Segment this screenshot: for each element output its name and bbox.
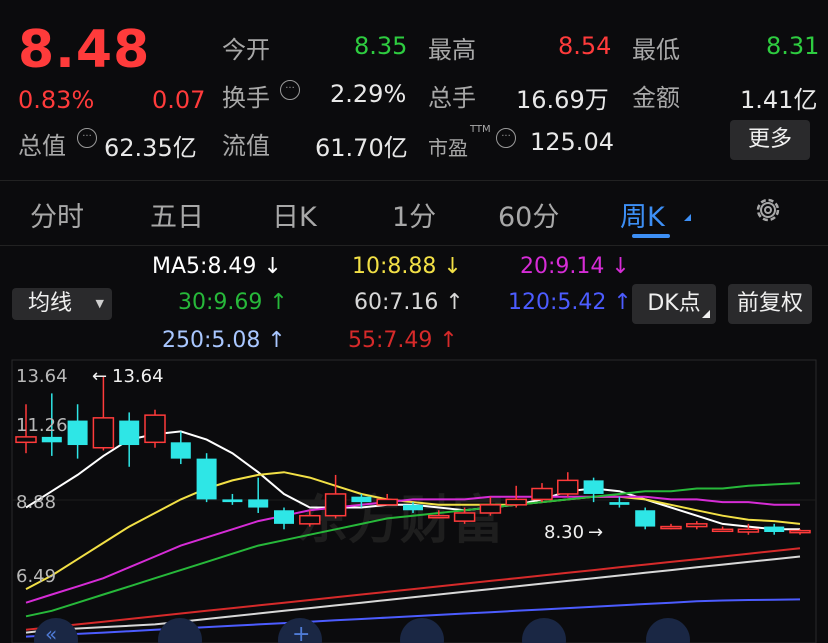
tab-active-underline [632, 234, 670, 238]
value-market-cap: 62.35亿 [104, 134, 197, 162]
candle-body [635, 510, 656, 527]
candle-body [92, 417, 115, 449]
candle-body [196, 458, 217, 500]
candle-body [403, 504, 423, 511]
candle-body [686, 523, 708, 528]
label-open: 今开 [222, 36, 270, 64]
candle-body [660, 525, 682, 530]
ma5-indicator: MA5:8.49 ↓ [152, 254, 282, 279]
settings-gear-icon[interactable] [752, 194, 784, 226]
candle-body [557, 479, 579, 495]
candle-body [222, 499, 243, 503]
candle-body [609, 502, 630, 505]
info-icon[interactable]: ··· [496, 128, 516, 148]
value-amount: 1.41亿 [740, 86, 818, 114]
candle-body [299, 514, 321, 525]
value-low: 8.31 [766, 32, 820, 60]
tab-1min[interactable]: 1分 [392, 195, 436, 234]
candle-body [479, 504, 502, 514]
tab-five-day[interactable]: 五日 [150, 195, 204, 234]
rewind-icon: « [45, 622, 57, 643]
value-volume: 16.69万 [516, 86, 609, 114]
label-volume: 总手 [428, 84, 476, 112]
candle-body [711, 528, 734, 533]
dropdown-corner-icon [702, 310, 710, 318]
candle-body [376, 498, 398, 506]
ma-select-dropdown[interactable]: 均线 ▼ [12, 288, 112, 320]
ma-select-label: 均线 [28, 291, 73, 316]
y-tick-label: 8.88 [16, 492, 56, 513]
forward-adjust-button[interactable]: 前复权 [728, 284, 812, 324]
value-open: 8.35 [354, 32, 408, 60]
dk-point-label: DK点 [647, 291, 701, 316]
change-amount: 0.07 [152, 86, 206, 114]
y-tick-label: 11.26 [16, 415, 68, 436]
candle-body [453, 512, 476, 522]
tab-intraday[interactable]: 分时 [30, 195, 84, 234]
candle [144, 409, 166, 448]
candle-body [144, 414, 166, 444]
candle-body [428, 514, 450, 519]
label-turnover: 换手 [222, 84, 270, 112]
change-percent: 0.83% [18, 86, 95, 114]
candle-body [583, 480, 604, 494]
candle-body [764, 526, 785, 533]
label-float-cap: 流值 [222, 132, 270, 160]
value-turnover: 2.29% [330, 80, 407, 108]
pe-ttm-superscript: TTM [470, 124, 491, 135]
candle-body [324, 493, 347, 517]
ma10-indicator: 10:8.88 ↓ [352, 254, 462, 279]
tab-daily-k[interactable]: 日K [272, 195, 317, 234]
ma250-indicator: 250:5.08 ↑ [162, 328, 286, 353]
candle-body [531, 487, 553, 501]
ma55-indicator: 55:7.49 ↑ [348, 328, 458, 353]
plus-icon: + [292, 622, 310, 643]
ma30-indicator: 30:9.69 ↑ [178, 290, 288, 315]
value-high: 8.54 [558, 32, 612, 60]
info-icon[interactable]: ··· [77, 128, 97, 148]
candle-body [248, 499, 269, 508]
label-amount: 金额 [632, 84, 680, 112]
max-price-label: 13.64 [112, 366, 164, 387]
candle-body [274, 510, 294, 524]
min-price-label: 8.30 [544, 522, 584, 543]
y-tick-label: 13.64 [16, 366, 68, 387]
candle-body [789, 529, 811, 534]
caret-down-icon: ▼ [95, 297, 104, 310]
dk-point-button[interactable]: DK点 [632, 284, 716, 324]
ma60-indicator: 60:7.16 ↑ [354, 290, 464, 315]
svg-text:←: ← [92, 366, 107, 387]
candle-body [505, 498, 527, 506]
y-tick-label: 6.49 [16, 566, 56, 587]
candle-body [41, 436, 62, 443]
value-float-cap: 61.70亿 [315, 134, 408, 162]
max-price-marker: ← 13.64 [92, 366, 164, 387]
ma120-indicator: 120:5.42 ↑ [508, 290, 632, 315]
label-pe: 市盈 [428, 136, 468, 160]
last-price: 8.48 [18, 20, 151, 80]
candle [635, 507, 656, 530]
value-pe: 125.04 [530, 128, 614, 156]
more-button[interactable]: 更多 [730, 120, 810, 160]
dropdown-corner-icon [684, 214, 691, 221]
candle-body [15, 436, 37, 444]
label-market-cap: 总值 [18, 132, 66, 160]
candle-body [170, 442, 191, 459]
candle-body [67, 420, 88, 446]
candle-body [737, 528, 760, 533]
ma20-indicator: 20:9.14 ↓ [520, 254, 630, 279]
weekly-k-chart[interactable]: 东方财富 13.64 11.26 8.88 6.49 ← 13.64 8.30 … [0, 358, 828, 643]
tab-weekly-k[interactable]: 周K [620, 195, 665, 234]
info-icon[interactable]: ··· [280, 80, 300, 100]
candle-body [119, 420, 140, 446]
tab-60min[interactable]: 60分 [498, 195, 559, 234]
min-price-marker: 8.30 → [544, 522, 603, 543]
label-low: 最低 [632, 36, 680, 64]
candle-body [351, 496, 372, 503]
label-high: 最高 [428, 36, 476, 64]
svg-text:→: → [588, 522, 603, 543]
candle [196, 453, 217, 503]
